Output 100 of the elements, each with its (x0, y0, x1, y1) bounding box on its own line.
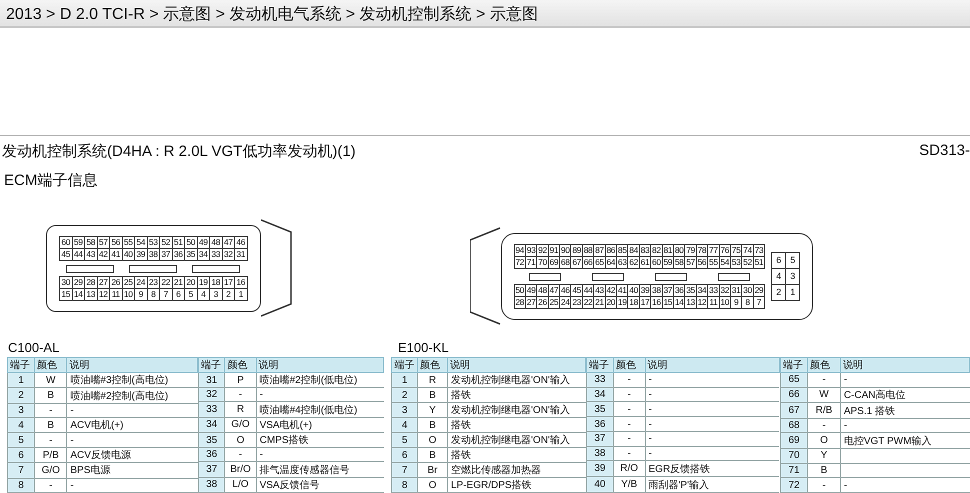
pin-number: 42 (606, 284, 618, 296)
pin-number: 11 (110, 288, 122, 300)
pin-number: 29 (72, 276, 85, 288)
pin-number: 16 (651, 296, 663, 308)
table-cell: 发动机控制继电器'ON'输入 (448, 372, 586, 388)
table-cell: 39 (586, 460, 614, 477)
pin-number: 1 (235, 288, 248, 300)
table-cell: 40 (586, 476, 614, 492)
pin-number: 94 (514, 244, 526, 256)
table-cell: O (808, 432, 840, 449)
pin-number: 15 (662, 296, 674, 308)
pin-number: 57 (98, 236, 110, 248)
table-cell: 搭铁 (448, 418, 586, 432)
latch-slot (66, 264, 114, 272)
table-cell: - (34, 403, 67, 418)
pin-number: 1 (786, 284, 800, 300)
pin-number: 75 (730, 244, 742, 256)
pin-number: 40 (122, 248, 135, 260)
table-cell: 71 (780, 463, 808, 478)
table-cell: 排气温度传感器信号 (256, 462, 384, 478)
pin-number: 46 (560, 284, 572, 296)
table-cell: - (256, 388, 384, 402)
pin-number: 36 (674, 284, 686, 296)
table-cell: Y (417, 402, 448, 418)
table-cell: 喷油嘴#3控制(高电位) (66, 372, 198, 388)
pin-number: 83 (640, 244, 652, 256)
table-cell: 67 (780, 402, 808, 418)
pin-number: 50 (185, 236, 198, 248)
pin-number: 26 (537, 296, 549, 308)
table-cell: - (613, 446, 645, 461)
table-cell: B (417, 388, 448, 402)
pin-number: 61 (640, 256, 652, 268)
pin-number: 53 (148, 236, 160, 248)
pin-number: 49 (526, 284, 538, 296)
pin-number: 85 (617, 244, 628, 256)
latch-slot (192, 264, 240, 272)
pin-number: 80 (674, 244, 686, 256)
pin-number: 44 (582, 284, 594, 296)
table-cell: 38 (198, 477, 225, 492)
pin-number: 28 (514, 296, 526, 308)
pin-number: 59 (72, 236, 85, 248)
table-cell: R/B (808, 402, 840, 418)
table-cell: 37 (586, 431, 614, 446)
table-cell: - (808, 478, 840, 492)
table-header-cell: 颜色 (613, 358, 645, 372)
table-cell: 33 (198, 402, 225, 418)
table-cell: - (256, 448, 384, 462)
table-cell: 8 (8, 478, 35, 492)
pin-number: 21 (594, 296, 606, 308)
pin-number: 40 (628, 284, 640, 296)
table-cell: O (417, 478, 448, 492)
table-cell: G/O (224, 417, 256, 432)
pin-number: 17 (640, 296, 652, 308)
table-cell: 6 (392, 448, 418, 462)
table-cell: 68 (780, 418, 808, 433)
pin-number: 42 (98, 248, 110, 260)
table-cell: R/O (613, 460, 645, 477)
table-cell: 69 (780, 432, 808, 449)
pin-number: 67 (571, 256, 583, 268)
pin-number: 45 (60, 248, 72, 260)
table-cell: C-CAN高电位 (840, 387, 970, 403)
pin-number: 51 (754, 256, 766, 268)
table-cell: 3 (392, 402, 418, 418)
pin-number: 15 (60, 288, 72, 300)
pin-number: 14 (674, 296, 686, 308)
pin-number: 13 (685, 296, 697, 308)
table-header-cell: 说明 (66, 358, 198, 372)
table-cell: - (645, 446, 780, 461)
pin-number: 58 (85, 236, 98, 248)
pin-number: 18 (210, 276, 222, 288)
pin-number: 23 (148, 276, 160, 288)
table-cell: - (66, 432, 198, 448)
table-cell: 1 (8, 372, 35, 388)
pin-number: 51 (172, 236, 185, 248)
table-cell: VSA电机(+) (256, 417, 384, 432)
pin-number: 56 (696, 256, 708, 268)
table-cell: 6 (8, 447, 35, 463)
table-cell: W (34, 372, 67, 388)
pin-number: 25 (122, 276, 135, 288)
table-cell: ACV反馈电源 (66, 447, 198, 463)
pin-number: 38 (148, 248, 160, 260)
pin-number: 33 (708, 284, 720, 296)
pin-number: 7 (160, 288, 172, 300)
pin-number: 12 (696, 296, 708, 308)
pin-number: 12 (98, 288, 110, 300)
pin-number: 37 (662, 284, 674, 296)
pin-number: 44 (72, 248, 85, 260)
table-cell: - (613, 372, 645, 388)
pin-number: 7 (754, 296, 766, 308)
table-cell: 发动机控制继电器'ON'输入 (448, 402, 586, 418)
pin-number: 4 (772, 268, 786, 284)
pin-number: 56 (110, 236, 122, 248)
latch-slot (592, 272, 624, 280)
table-cell: APS.1 搭铁 (840, 402, 970, 418)
pin-number: 58 (674, 256, 686, 268)
table-cell: - (645, 402, 780, 417)
table-cell: 电控VGT PWM输入 (840, 432, 970, 449)
pin-number: 43 (594, 284, 606, 296)
table-cell: B (417, 418, 448, 432)
pin-number: 24 (560, 296, 572, 308)
